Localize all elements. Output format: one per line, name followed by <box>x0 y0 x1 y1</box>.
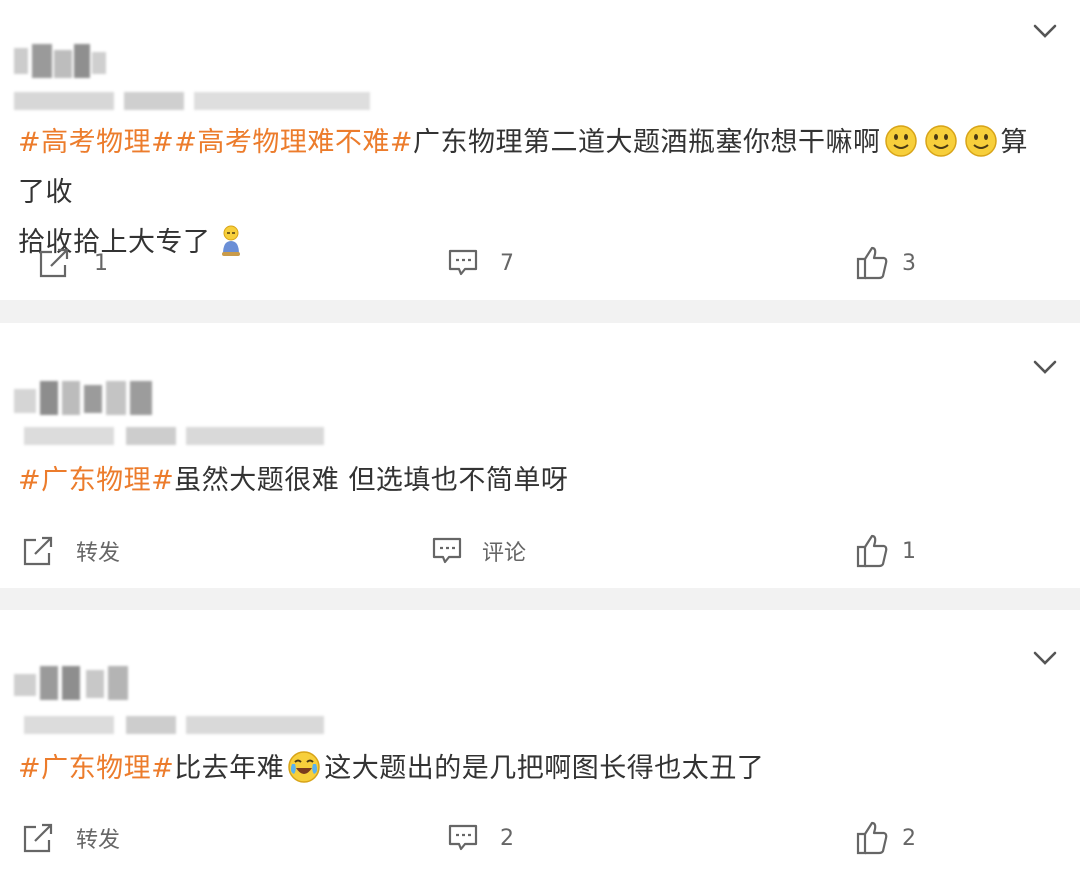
chevron-down-icon[interactable] <box>1032 649 1058 667</box>
like-button[interactable]: 1 <box>856 531 916 571</box>
topic-tag[interactable]: #广东物理# <box>18 465 174 496</box>
comment-button[interactable]: 2 <box>448 818 514 858</box>
comment-button[interactable]: 评论 <box>432 531 526 571</box>
username-redacted <box>14 666 128 700</box>
repost-label: 转发 <box>76 828 121 853</box>
repost-button[interactable]: 转发 <box>22 818 120 858</box>
post-actions: 转发 2 2 <box>0 818 1080 858</box>
comment-icon <box>432 537 462 564</box>
comment-label: 评论 <box>482 541 527 566</box>
comment-button[interactable]: 7 <box>448 243 514 283</box>
post-actions: 转发 评论 1 <box>0 531 1080 571</box>
post-text-part: 广东物理第二道大题酒瓶塞你想干嘛啊 <box>413 127 881 158</box>
post-meta-redacted <box>14 92 370 110</box>
chevron-down-icon[interactable] <box>1032 358 1058 376</box>
repost-count: 1 <box>94 250 108 276</box>
post-meta-redacted <box>14 716 324 734</box>
like-icon <box>856 246 888 280</box>
username-redacted <box>14 44 106 78</box>
smile-emoji <box>924 125 957 157</box>
comment-count: 2 <box>500 825 514 851</box>
crying-laugh-emoji <box>288 751 320 783</box>
like-count: 3 <box>902 250 916 276</box>
repost-icon <box>23 823 53 853</box>
smile-emoji <box>964 125 997 157</box>
repost-icon <box>39 248 69 278</box>
post-text: #广东物理#比去年难 这大题出的是几把啊图长得也太丑了 <box>18 744 1050 794</box>
like-count: 2 <box>902 825 916 851</box>
like-button[interactable]: 3 <box>856 243 916 283</box>
post-card-3: #广东物理#比去年难 这大题出的是几把啊图长得也太丑了 转发 2 2 <box>0 610 1080 878</box>
like-icon <box>856 534 888 568</box>
like-count: 1 <box>902 538 916 564</box>
topic-tag[interactable]: #高考物理难不难# <box>174 127 413 158</box>
topic-tag[interactable]: #广东物理# <box>18 753 174 784</box>
chevron-down-icon[interactable] <box>1032 22 1058 40</box>
like-button[interactable]: 2 <box>856 818 916 858</box>
post-card-2: #广东物理#虽然大题很难 但选填也不简单呀 转发 评论 1 <box>0 323 1080 588</box>
comment-count: 7 <box>500 250 514 276</box>
post-text: #广东物理#虽然大题很难 但选填也不简单呀 <box>18 456 1050 506</box>
comment-icon <box>448 824 478 851</box>
post-text-part: 这大题出的是几把啊图长得也太丑了 <box>324 753 765 784</box>
post-text-part: 虽然大题很难 但选填也不简单呀 <box>174 465 569 496</box>
post-meta-redacted <box>14 427 324 445</box>
repost-button[interactable]: 1 <box>38 243 108 283</box>
smile-emoji <box>884 125 917 157</box>
repost-button[interactable]: 转发 <box>22 531 120 571</box>
repost-icon <box>23 536 53 566</box>
repost-label: 转发 <box>76 541 121 566</box>
post-card-1: #高考物理##高考物理难不难#广东物理第二道大题酒瓶塞你想干嘛啊 算了收 拾收拾上大… <box>0 0 1080 300</box>
comment-icon <box>448 249 478 276</box>
post-text-part: 比去年难 <box>174 753 285 784</box>
topic-tag[interactable]: #高考物理# <box>18 127 174 158</box>
username-redacted <box>14 381 152 415</box>
post-actions: 1 7 3 <box>0 243 1080 283</box>
like-icon <box>856 821 888 855</box>
